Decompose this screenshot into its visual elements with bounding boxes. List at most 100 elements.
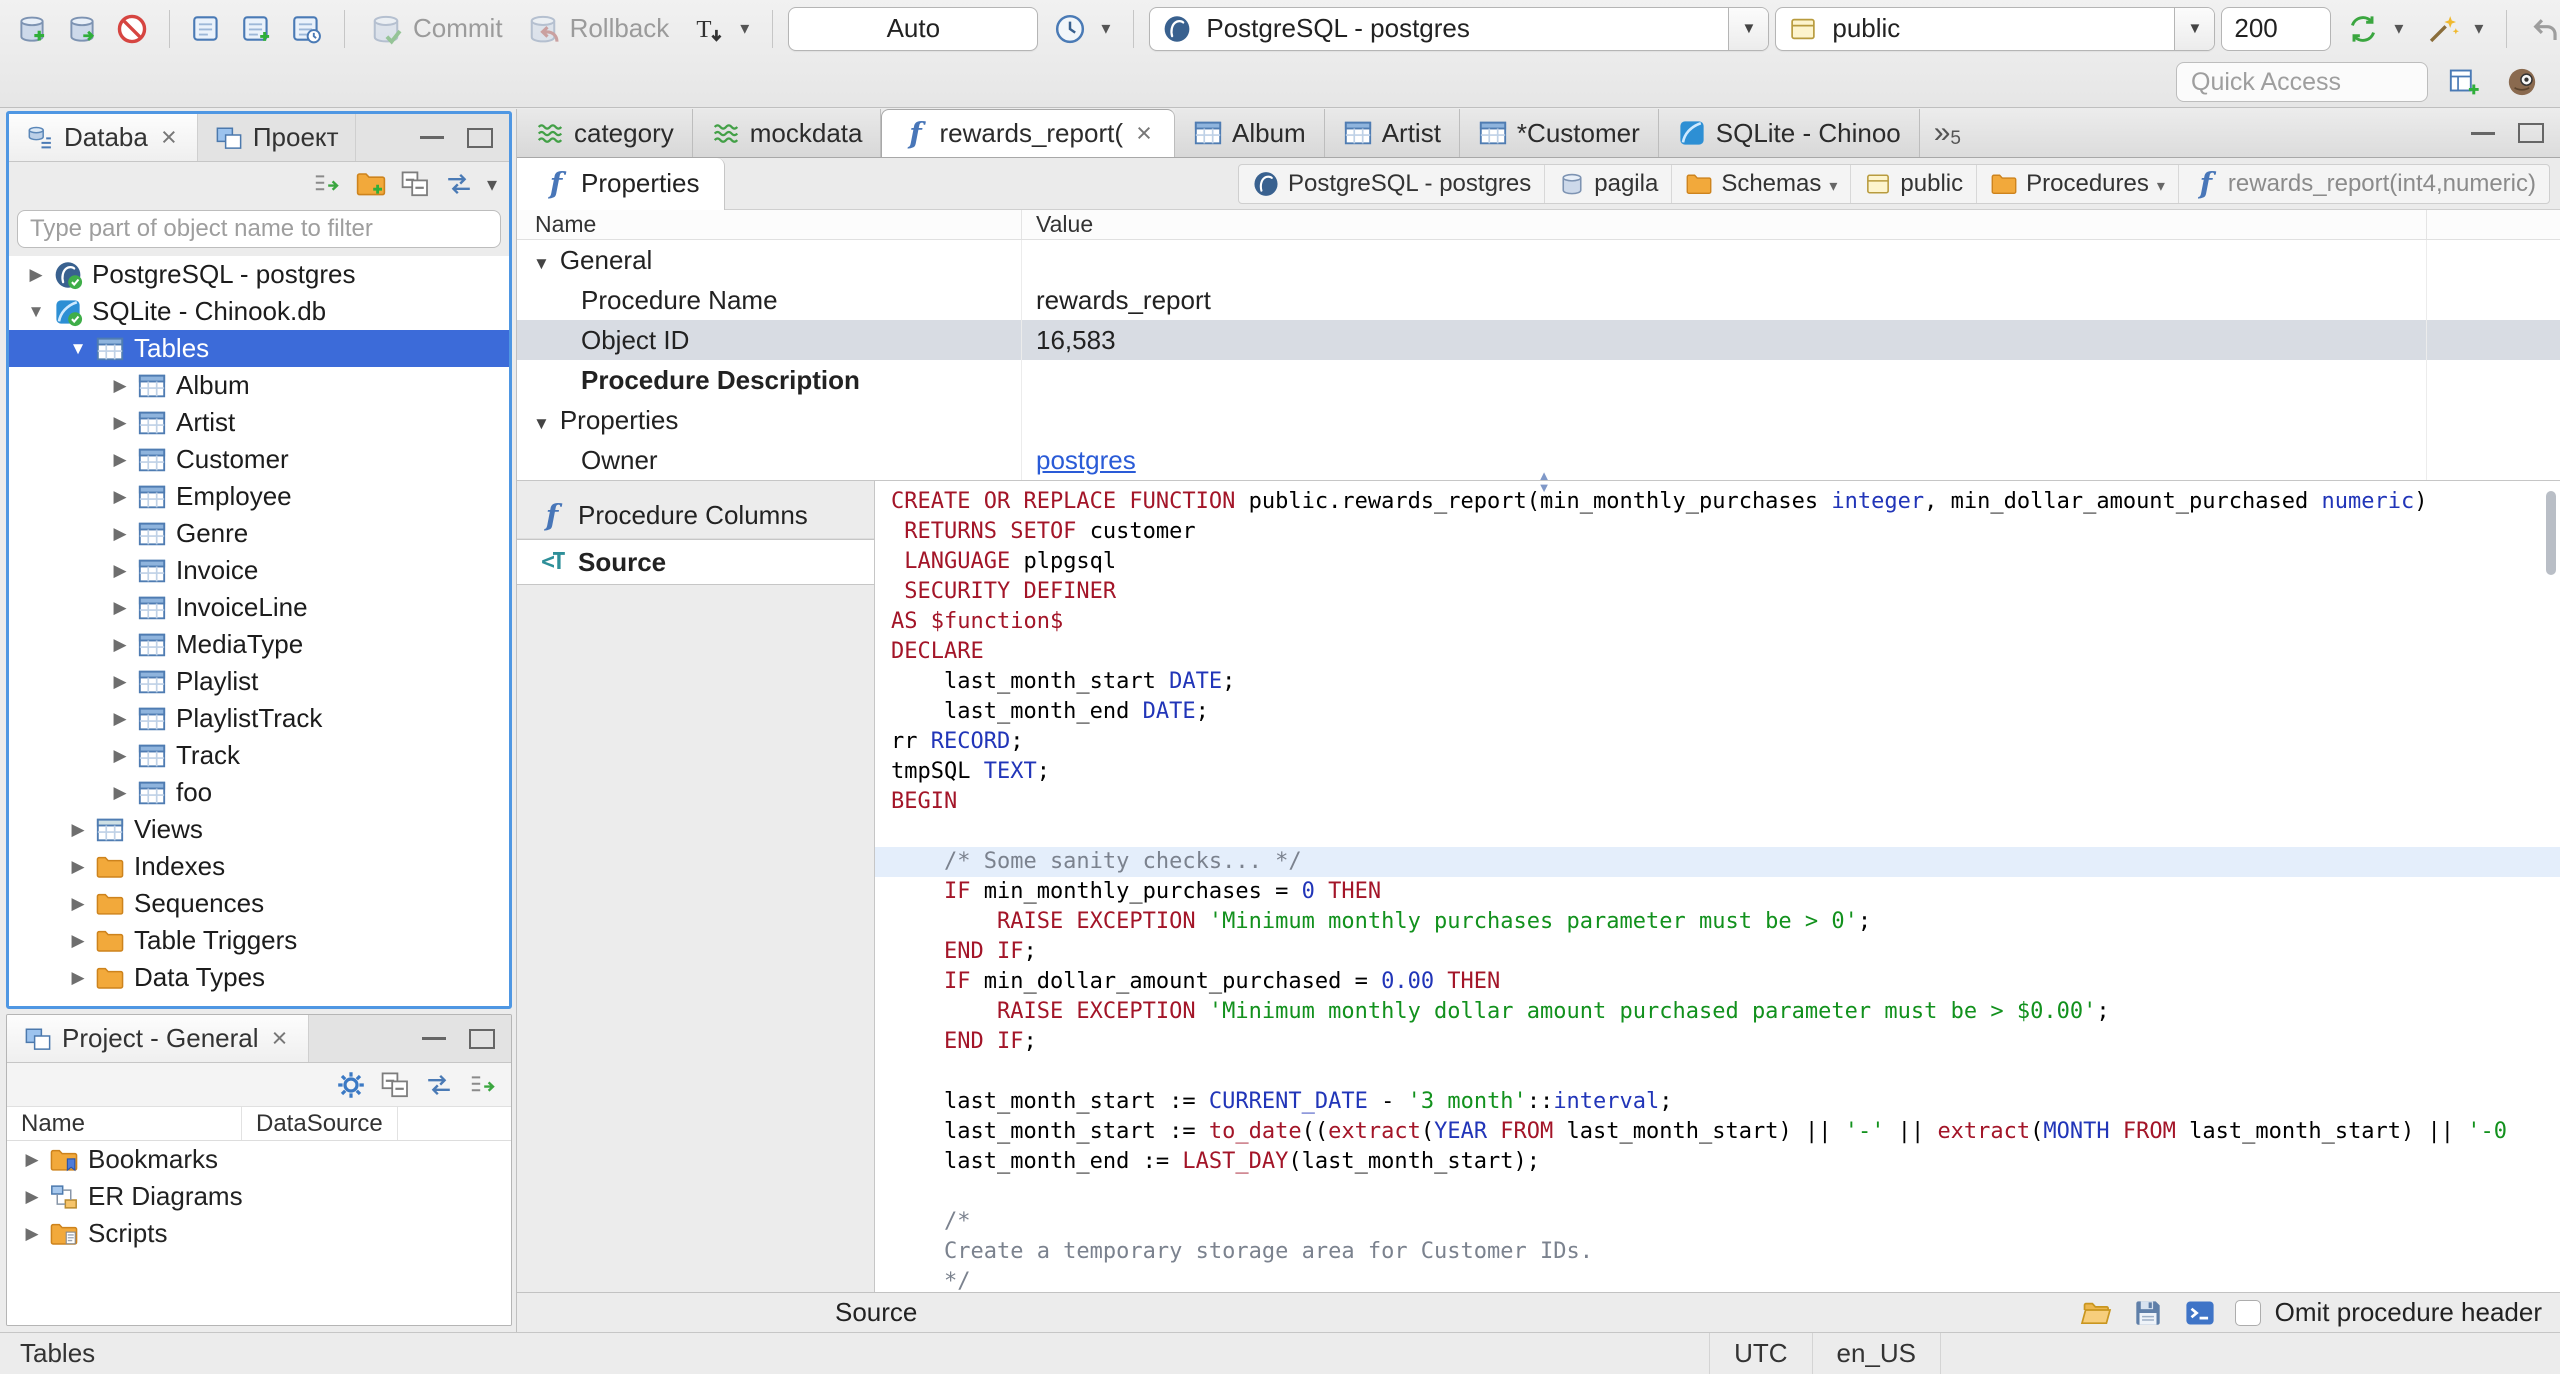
save-to-file-button[interactable] <box>2131 1296 2165 1330</box>
chevron-down-icon[interactable] <box>1728 7 1769 50</box>
code-line[interactable]: LANGUAGE plpgsql <box>875 547 2560 577</box>
tree-item-genre[interactable]: ▶ Genre <box>9 515 509 552</box>
disconnect-button[interactable] <box>110 7 154 51</box>
code-line[interactable]: SECURITY DEFINER <box>875 577 2560 607</box>
navigator-filter-input[interactable] <box>17 210 501 248</box>
omit-procedure-header-checkbox[interactable] <box>2234 1299 2261 1326</box>
new-connection-button[interactable] <box>10 7 54 51</box>
back-history-button[interactable] <box>2522 7 2560 51</box>
refresh-button[interactable] <box>443 168 475 200</box>
view-menu-icon[interactable] <box>487 172 497 197</box>
code-line[interactable]: CREATE OR REPLACE FUNCTION public.reward… <box>875 487 2560 517</box>
expand-arrow-icon[interactable]: ▶ <box>103 524 137 544</box>
tree-item-data-types[interactable]: ▶ Data Types <box>9 959 509 996</box>
breadcrumb-item-pagila[interactable]: pagila <box>1545 164 1673 203</box>
code-line[interactable]: DECLARE <box>875 637 2560 667</box>
editor-tab-category[interactable]: category <box>517 109 693 157</box>
collapse-arrow-icon[interactable]: ▼ <box>19 302 53 322</box>
expand-arrow-icon[interactable]: ▶ <box>103 561 137 581</box>
sql-editor-button[interactable] <box>185 7 229 51</box>
collapse-all-button[interactable] <box>379 1069 411 1101</box>
grid-row-procedure-description[interactable]: Procedure Description <box>517 360 2560 400</box>
code-line[interactable]: last_month_end := LAST_DAY(last_month_st… <box>875 1147 2560 1177</box>
code-line[interactable]: BEGIN <box>875 787 2560 817</box>
close-icon[interactable] <box>268 1023 292 1054</box>
auto-refresh-button[interactable] <box>2337 7 2411 51</box>
collapse-arrow-icon[interactable] <box>533 245 550 276</box>
expand-arrow-icon[interactable]: ▶ <box>103 413 137 433</box>
code-line[interactable]: last_month_start DATE; <box>875 667 2560 697</box>
expand-arrow-icon[interactable]: ▶ <box>103 746 137 766</box>
grid-group-properties[interactable]: Properties <box>517 400 2560 440</box>
expand-arrow-icon[interactable]: ▶ <box>103 672 137 692</box>
code-line[interactable]: last_month_end DATE; <box>875 697 2560 727</box>
connect-button[interactable] <box>60 7 104 51</box>
project-column-datasource[interactable]: DataSource <box>242 1107 398 1140</box>
source-code[interactable]: CREATE OR REPLACE FUNCTION public.reward… <box>875 481 2560 1292</box>
project-item-er-diagrams[interactable]: ▶ ER Diagrams <box>7 1178 511 1215</box>
tree-item-sqlite-chinook-db[interactable]: ▼ SQLite - Chinook.db <box>9 293 509 330</box>
fetch-size-input[interactable] <box>2221 6 2332 51</box>
gear-icon[interactable] <box>335 1069 367 1101</box>
breadcrumb-item-procedures[interactable]: Procedures <box>1977 164 2179 203</box>
active-schema-combo[interactable]: public <box>1775 6 2216 51</box>
tree-item-employee[interactable]: ▶ Employee <box>9 478 509 515</box>
breadcrumb-item-rewards-report-int4-numeric[interactable]: f rewards_report(int4,numeric) <box>2179 165 2549 203</box>
tree-item-playlisttrack[interactable]: ▶ PlaylistTrack <box>9 700 509 737</box>
expand-arrow-icon[interactable]: ▶ <box>103 783 137 803</box>
sash-restore-control[interactable] <box>1522 469 1566 495</box>
code-line[interactable]: rr RECORD; <box>875 727 2560 757</box>
code-line[interactable]: tmpSQL TEXT; <box>875 757 2560 787</box>
expand-arrow-icon[interactable]: ▶ <box>15 1187 49 1207</box>
commit-mode-combo[interactable]: Auto <box>788 6 1039 51</box>
project-item-scripts[interactable]: ▶ Scripts <box>7 1215 511 1252</box>
tree-item-foo[interactable]: ▶ foo <box>9 774 509 811</box>
tree-item-mediatype[interactable]: ▶ MediaType <box>9 626 509 663</box>
expand-arrow-icon[interactable]: ▶ <box>103 635 137 655</box>
status-locale[interactable]: en_US <box>1811 1333 1941 1374</box>
code-line[interactable] <box>875 1057 2560 1087</box>
project-column-name[interactable]: Name <box>7 1107 242 1140</box>
maximize-icon[interactable] <box>2516 118 2546 148</box>
code-line[interactable]: RAISE EXCEPTION 'Minimum monthly purchas… <box>875 907 2560 937</box>
expand-arrow-icon[interactable]: ▶ <box>103 709 137 729</box>
refresh-button[interactable] <box>423 1069 455 1101</box>
close-icon[interactable] <box>157 122 181 153</box>
expand-arrow-icon[interactable]: ▶ <box>103 376 137 396</box>
code-line[interactable]: RETURNS SETOF customer <box>875 517 2560 547</box>
code-line[interactable]: last_month_start := CURRENT_DATE - '3 mo… <box>875 1087 2560 1117</box>
subtab-procedure-columns[interactable]: f Procedure Columns <box>517 493 874 539</box>
grid-group-general[interactable]: General <box>517 240 2560 280</box>
code-line[interactable]: Create a temporary storage area for Cust… <box>875 1237 2560 1267</box>
view-tab-databa[interactable]: Databa <box>9 114 198 161</box>
tab-overflow-button[interactable]: 5 <box>1920 109 1975 157</box>
editor-tab-album[interactable]: Album <box>1174 109 1325 157</box>
grid-column-name[interactable]: Name <box>517 210 1022 239</box>
dbeaver-perspective-button[interactable] <box>2500 60 2544 104</box>
collapse-all-button[interactable] <box>399 168 431 200</box>
owner-link[interactable]: postgres <box>1036 445 1136 476</box>
expand-arrow-icon[interactable]: ▶ <box>103 450 137 470</box>
transaction-mode-button[interactable]: T <box>683 7 757 51</box>
code-line[interactable]: /* <box>875 1207 2560 1237</box>
open-in-console-button[interactable] <box>2183 1296 2217 1330</box>
grid-row-object-id[interactable]: Object ID 16,583 <box>517 320 2560 360</box>
breadcrumb-item-schemas[interactable]: Schemas <box>1672 164 1852 203</box>
editor-tab-customer[interactable]: *Customer <box>1459 109 1659 157</box>
editor-tab-mockdata[interactable]: mockdata <box>692 109 882 157</box>
expand-arrow-icon[interactable]: ▶ <box>15 1150 49 1170</box>
view-tab-project-general[interactable]: Project - General <box>7 1015 309 1062</box>
collapse-arrow-icon[interactable]: ▼ <box>61 339 95 359</box>
expand-arrow-icon[interactable]: ▶ <box>19 265 53 285</box>
open-perspective-button[interactable] <box>2442 60 2486 104</box>
status-timezone[interactable]: UTC <box>1709 1333 1811 1374</box>
tree-item-postgresql-postgres[interactable]: ▶ PostgreSQL - postgres <box>9 256 509 293</box>
rollback-button[interactable]: Rollback <box>517 7 678 51</box>
expand-arrow-icon[interactable]: ▶ <box>61 820 95 840</box>
quick-access-input[interactable] <box>2176 62 2428 102</box>
grid-row-procedure-name[interactable]: Procedure Name rewards_report <box>517 280 2560 320</box>
editor-tab-sqlite-chinoo[interactable]: SQLite - Chinoo <box>1658 109 1920 157</box>
tree-item-artist[interactable]: ▶ Artist <box>9 404 509 441</box>
expand-arrow-icon[interactable]: ▶ <box>61 894 95 914</box>
transaction-log-button[interactable] <box>1044 7 1118 51</box>
